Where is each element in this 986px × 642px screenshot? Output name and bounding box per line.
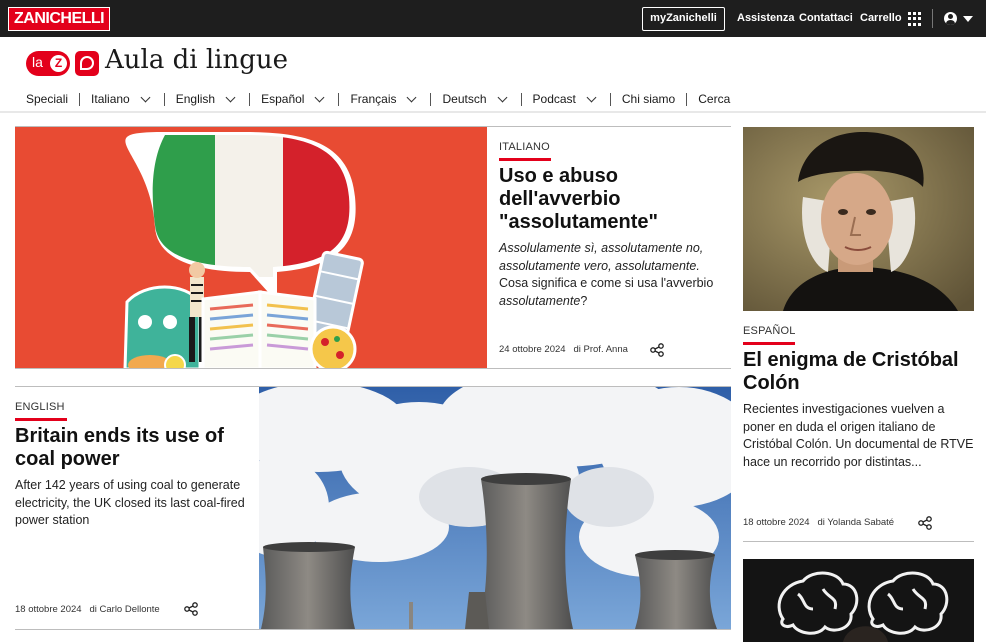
kicker-underline <box>15 418 67 421</box>
nav-item-chi-siamo[interactable]: Chi siamo <box>622 92 675 106</box>
logo-la-text: la <box>32 54 43 70</box>
english-article-meta: 18 ottobre 2024 di Carlo Dellonte <box>15 604 160 615</box>
kicker-underline <box>743 342 795 345</box>
espanol-article-title[interactable]: El enigma de Cristóbal Colón <box>743 349 974 395</box>
card-divider <box>15 629 731 630</box>
brains-article-image[interactable] <box>743 559 974 642</box>
italiano-article-excerpt: Assolulamente sì, assolutamente no, asso… <box>499 241 714 308</box>
nav-item-francais[interactable]: Français <box>350 92 419 106</box>
chevron-down-icon <box>315 92 325 102</box>
article-date: 18 ottobre 2024 <box>743 517 810 528</box>
carrello-link[interactable]: Carrello <box>860 12 902 24</box>
english-article-title[interactable]: Britain ends its use of coal power <box>15 425 245 471</box>
nav-item-deutsch[interactable]: Deutsch <box>442 92 509 106</box>
share-icon[interactable] <box>918 516 932 530</box>
english-kicker[interactable]: ENGLISH <box>15 401 65 413</box>
nav-item-english[interactable]: English <box>176 92 238 106</box>
kicker-underline <box>499 158 551 161</box>
chevron-down-icon[interactable] <box>963 16 973 22</box>
nav-item-speciali[interactable]: Speciali <box>26 92 68 106</box>
espanol-article-image[interactable] <box>743 127 974 311</box>
article-author: di Prof. Anna <box>573 344 628 355</box>
espanol-article-excerpt: Recientes investigaciones vuelven a pone… <box>743 402 974 469</box>
italiano-article-image[interactable] <box>15 127 487 369</box>
english-article-image[interactable] <box>259 387 731 629</box>
article-date: 24 ottobre 2024 <box>499 344 566 355</box>
chevron-down-icon <box>225 92 236 102</box>
card-divider <box>15 368 731 369</box>
chevron-down-icon <box>497 92 507 102</box>
zanichelli-logo[interactable]: ZANICHELLI <box>8 7 111 31</box>
language-bubble-icon[interactable] <box>75 51 99 76</box>
article-author: di Carlo Dellonte <box>89 604 160 615</box>
card-divider <box>743 541 974 542</box>
assistenza-link[interactable]: Assistenza <box>737 12 794 24</box>
my-zanichelli-button[interactable]: myZanichelli <box>642 7 725 31</box>
contattaci-link[interactable]: Contattaci <box>799 12 853 24</box>
article-author: di Yolanda Sabaté <box>817 517 895 528</box>
english-article-excerpt: After 142 years of using coal to generat… <box>15 478 245 527</box>
header-divider <box>0 111 986 113</box>
nav-item-podcast[interactable]: Podcast <box>533 92 599 106</box>
nav-item-italiano[interactable]: Italiano <box>91 92 153 106</box>
top-bar: ZANICHELLI myZanichelli Assistenza Conta… <box>0 0 986 37</box>
logo-z-text: Z <box>50 55 67 72</box>
chevron-down-icon <box>140 92 151 102</box>
chevron-down-icon <box>407 92 417 102</box>
user-icon[interactable] <box>944 12 957 25</box>
article-date: 18 ottobre 2024 <box>15 604 82 615</box>
main-nav: Speciali Italiano English Español França… <box>26 90 730 108</box>
italiano-kicker[interactable]: ITALIANO <box>499 141 550 153</box>
espanol-article-meta: 18 ottobre 2024 di Yolanda Sabaté <box>743 517 894 528</box>
nav-item-espanol[interactable]: Español <box>261 92 327 106</box>
share-icon[interactable] <box>650 343 664 357</box>
italiano-article-title[interactable]: Uso e abuso dell'avverbio "assolutamente… <box>499 165 724 234</box>
site-title[interactable]: Aula di lingue <box>105 45 288 75</box>
topbar-divider <box>932 9 933 28</box>
italiano-article-meta: 24 ottobre 2024 di Prof. Anna <box>499 344 628 355</box>
chevron-down-icon <box>586 92 597 102</box>
apps-grid-icon[interactable] <box>908 12 922 26</box>
share-icon[interactable] <box>184 602 198 616</box>
nav-item-cerca[interactable]: Cerca <box>698 92 730 106</box>
espanol-kicker[interactable]: ESPAÑOL <box>743 325 796 337</box>
la-z-logo[interactable]: la Z <box>26 51 70 76</box>
